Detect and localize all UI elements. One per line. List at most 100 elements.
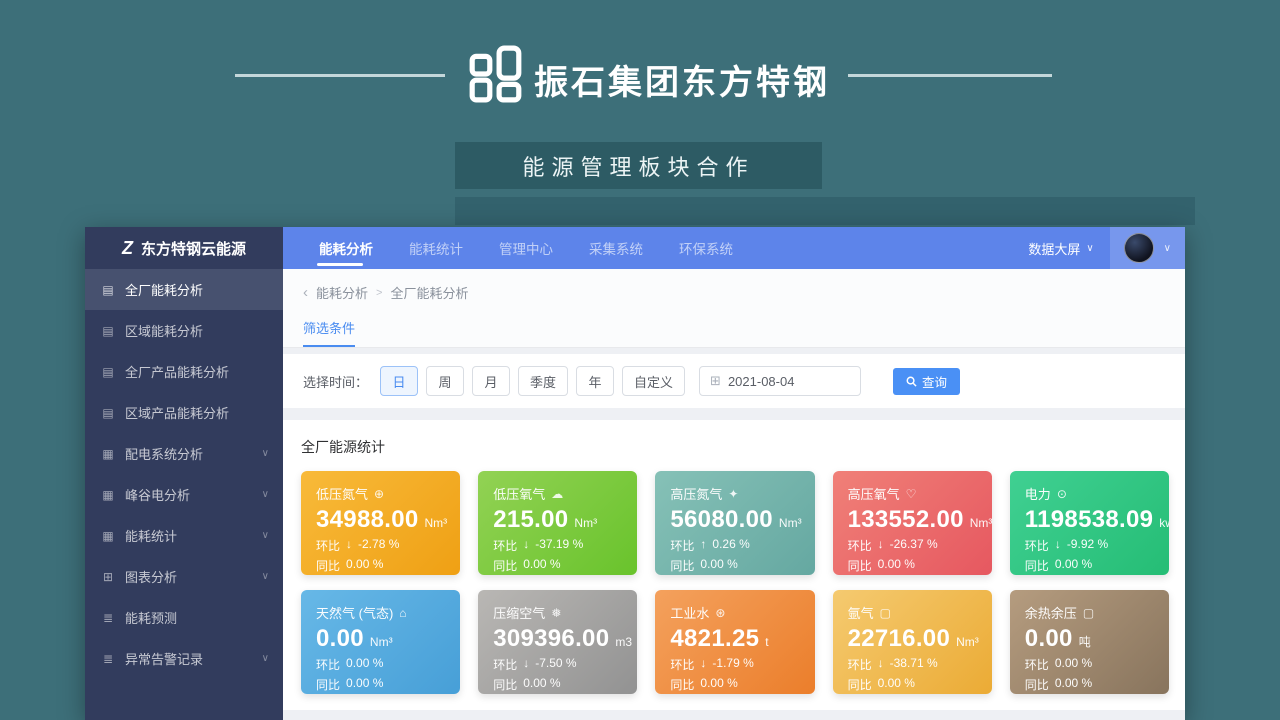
sidebar-item-label: 全厂能耗分析 (125, 280, 203, 299)
sidebar-item-icon: ≣ (101, 652, 115, 666)
ring-ratio-row: 环比 ↓ -7.50 % (493, 656, 622, 673)
chevron-down-icon: ∨ (1164, 243, 1171, 254)
sidebar-item-icon: ▤ (101, 324, 115, 338)
ring-ratio-label: 环比 (316, 656, 340, 673)
sidebar-item-icon: ▤ (101, 283, 115, 297)
year-ratio-label: 同比 (493, 557, 517, 574)
breadcrumb-section[interactable]: 能耗分析 (316, 283, 368, 302)
ring-ratio-value: -7.50 % (535, 656, 576, 673)
top-nav-bar: Z 东方特钢云能源 能耗分析 能耗统计 管理中心 采集系统 环保系统 数据大屏 … (85, 227, 1185, 269)
trend-arrow-icon: ↓ (878, 656, 884, 673)
sidebar-item[interactable]: ≣ 能耗预测 ∨ (85, 597, 283, 638)
chevron-down-icon: ∨ (262, 571, 269, 582)
ring-ratio-label: 环比 (1025, 537, 1049, 554)
time-range-label: 自定义 (634, 375, 673, 390)
tab-filter-conditions[interactable]: 筛选条件 (303, 318, 355, 347)
avatar[interactable] (1124, 233, 1154, 263)
nav-tab[interactable]: 能耗统计 (391, 227, 481, 269)
breadcrumb-separator: > (376, 287, 382, 299)
ring-ratio-label: 环比 (670, 537, 694, 554)
sidebar-item[interactable]: ≣ 异常告警记录 ∨ (85, 638, 283, 679)
year-ratio-value: 0.00 % (523, 557, 560, 574)
nav-tab[interactable]: 采集系统 (571, 227, 661, 269)
energy-card-name: 压缩空气 (493, 603, 545, 622)
year-ratio-value: 0.00 % (700, 557, 737, 574)
query-button[interactable]: 查询 (893, 368, 960, 395)
energy-card-value: 34988.00 (316, 506, 419, 534)
sidebar-item-label: 能耗预测 (125, 608, 177, 627)
nav-items: 能耗分析 能耗统计 管理中心 采集系统 环保系统 (283, 227, 751, 269)
sidebar-item[interactable]: ▤ 区域能耗分析 ∨ (85, 310, 283, 351)
time-range-button[interactable]: 年 (576, 366, 614, 396)
ring-ratio-label: 环比 (848, 656, 872, 673)
nav-tab-label: 能耗分析 (319, 238, 373, 258)
energy-card: 天然气 (气态) ⌂ 0.00 Nm³ 环比 0.00 % (301, 590, 460, 694)
nav-tab[interactable]: 环保系统 (661, 227, 751, 269)
energy-card-value: 22716.00 (848, 625, 951, 653)
ring-ratio-label: 环比 (1025, 656, 1049, 673)
nav-tab-label: 能耗统计 (409, 238, 463, 258)
trend-arrow-icon: ↓ (700, 656, 706, 673)
brand-area: Z 东方特钢云能源 (85, 227, 283, 269)
energy-type-icon: ⌂ (399, 606, 406, 620)
user-menu[interactable]: ∨ (1110, 227, 1185, 269)
time-range-button[interactable]: 周 (426, 366, 464, 396)
sidebar-item-label: 能耗统计 (125, 526, 177, 545)
sidebar-item[interactable]: ▦ 配电系统分析 ∨ (85, 433, 283, 474)
time-range-button[interactable]: 季度 (518, 366, 568, 396)
ring-ratio-label: 环比 (493, 656, 517, 673)
brand-name: 东方特钢云能源 (141, 238, 246, 259)
energy-stats-panel: 全厂能源统计 低压氮气 ⊕ 34988.00 Nm³ (283, 420, 1185, 710)
energy-type-icon: ⊙ (1057, 487, 1067, 501)
energy-card-value: 1198538.09 (1025, 506, 1153, 534)
sidebar-item[interactable]: ▤ 全厂能耗分析 ∨ (85, 269, 283, 310)
energy-card: 高压氮气 ✦ 56080.00 Nm³ 环比 ↑ 0.26 % (655, 471, 814, 575)
energy-card-value: 133552.00 (848, 506, 964, 534)
energy-card-name: 低压氧气 (493, 484, 545, 503)
year-ratio-label: 同比 (848, 557, 872, 574)
energy-card: 高压氧气 ♡ 133552.00 Nm³ 环比 ↓ -26.37 % (833, 471, 992, 575)
time-range-button[interactable]: 日 (380, 366, 418, 396)
date-picker-input[interactable]: ⊞ 2021-08-04 (699, 366, 861, 396)
sidebar-item[interactable]: ▤ 区域产品能耗分析 ∨ (85, 392, 283, 433)
sidebar-item[interactable]: ▤ 全厂产品能耗分析 ∨ (85, 351, 283, 392)
energy-card-unit: Nm³ (970, 516, 992, 530)
energy-type-icon: ❅ (551, 606, 561, 620)
poster-title: 振石集团东方特钢 (534, 55, 830, 104)
ring-ratio-value: 0.00 % (346, 656, 383, 673)
year-ratio-label: 同比 (848, 676, 872, 693)
year-ratio-value: 0.00 % (878, 676, 915, 693)
time-range-label: 日 (393, 375, 406, 390)
sidebar-item-label: 异常告警记录 (125, 649, 203, 668)
energy-card-value: 56080.00 (670, 506, 773, 534)
year-ratio-row: 同比 0.00 % (493, 557, 622, 574)
chevron-down-icon: ∨ (262, 653, 269, 664)
energy-card-name: 高压氮气 (670, 484, 722, 503)
time-range-button[interactable]: 月 (472, 366, 510, 396)
energy-card-name: 低压氮气 (316, 484, 368, 503)
sidebar-item[interactable]: ▦ 峰谷电分析 ∨ (85, 474, 283, 515)
nav-tab[interactable]: 能耗分析 (301, 227, 391, 269)
time-select-label: 选择时间： (303, 372, 368, 391)
ring-ratio-value: -2.78 % (358, 537, 399, 554)
energy-card: 工业水 ⊛ 4821.25 t 环比 ↓ -1.79 % (655, 590, 814, 694)
year-ratio-row: 同比 0.00 % (1025, 557, 1154, 574)
sidebar-item[interactable]: ▦ 能耗统计 ∨ (85, 515, 283, 556)
year-ratio-value: 0.00 % (878, 557, 915, 574)
filter-tab-row: 筛选条件 (283, 310, 1185, 348)
energy-card-unit: t (765, 635, 768, 649)
energy-card-value: 215.00 (493, 506, 568, 534)
year-ratio-label: 同比 (316, 557, 340, 574)
data-screen-link[interactable]: 数据大屏 ∨ (1012, 227, 1109, 269)
chevron-down-icon: ∨ (262, 489, 269, 500)
time-range-button[interactable]: 自定义 (622, 366, 685, 396)
sidebar-item[interactable]: ⊞ 图表分析 ∨ (85, 556, 283, 597)
energy-card: 余热余压 ▢ 0.00 吨 环比 0.00 % (1010, 590, 1169, 694)
trend-arrow-icon: ↓ (523, 656, 529, 673)
nav-tab[interactable]: 管理中心 (481, 227, 571, 269)
back-arrow-icon[interactable]: ‹ (303, 284, 308, 301)
year-ratio-label: 同比 (670, 676, 694, 693)
year-ratio-value: 0.00 % (346, 676, 383, 693)
year-ratio-label: 同比 (1025, 557, 1049, 574)
ring-ratio-row: 环比 ↓ -9.92 % (1025, 537, 1154, 554)
